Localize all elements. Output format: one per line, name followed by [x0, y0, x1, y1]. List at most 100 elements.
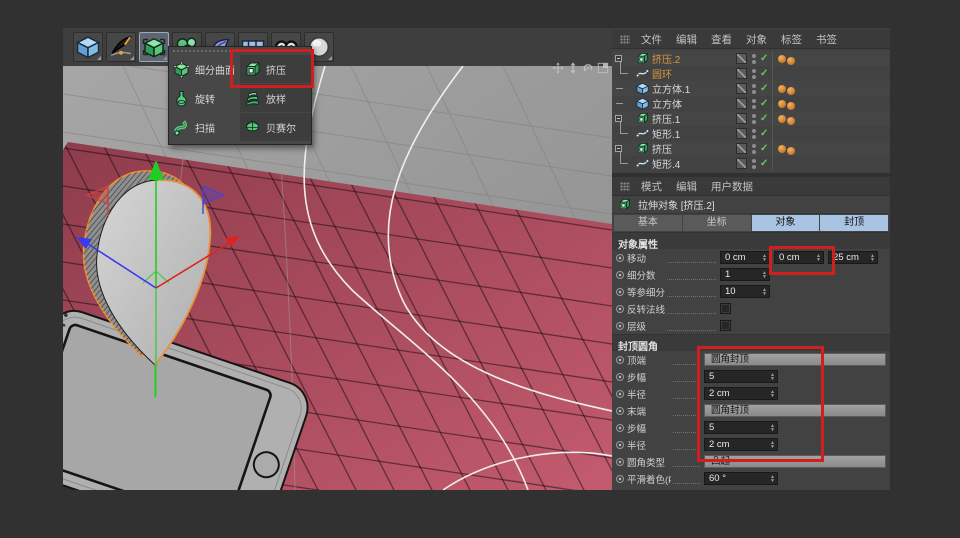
phong-tag-icon[interactable]: [787, 56, 795, 65]
enabled-check-icon[interactable]: ✓: [760, 126, 772, 141]
3d-viewport[interactable]: [63, 66, 612, 490]
phong-tag-icon[interactable]: [778, 99, 786, 108]
object-manager-menu-item[interactable]: 文件: [634, 32, 669, 47]
object-name[interactable]: 挤压.2: [652, 51, 736, 66]
expander-icon[interactable]: [615, 55, 622, 62]
spin-arrows-icon[interactable]: ▲ ▼: [770, 389, 775, 398]
spin-arrows-icon[interactable]: ▲ ▼: [770, 423, 775, 432]
panel-grip-icon[interactable]: [620, 181, 630, 191]
spin-arrows-icon[interactable]: ▲ ▼: [870, 253, 875, 262]
phong-tag-icon[interactable]: [787, 116, 795, 125]
object-name[interactable]: 挤压: [652, 141, 736, 156]
layer-swatch-icon[interactable]: [736, 143, 747, 154]
panel-grip-icon[interactable]: [620, 34, 630, 44]
spin-arrows-icon[interactable]: ▲ ▼: [762, 287, 767, 296]
visibility-dots-icon[interactable]: [751, 158, 756, 169]
animation-dot-icon[interactable]: [616, 423, 624, 432]
object-name[interactable]: 矩形.4: [652, 156, 736, 171]
cube-primitive-button[interactable]: [73, 32, 103, 62]
object-manager-menu-item[interactable]: 书签: [809, 32, 844, 47]
popup-item-loft[interactable]: 放样: [240, 84, 311, 113]
enabled-check-icon[interactable]: ✓: [760, 111, 772, 126]
phong-tag-icon[interactable]: [787, 101, 795, 110]
animation-dot-icon[interactable]: [616, 304, 624, 313]
visibility-dots-icon[interactable]: [751, 143, 756, 154]
phong-tag-icon[interactable]: [778, 84, 786, 93]
enabled-check-icon[interactable]: ✓: [760, 141, 772, 156]
animation-dot-icon[interactable]: [616, 474, 624, 483]
spin-arrows-icon[interactable]: ▲ ▼: [770, 440, 775, 449]
layer-swatch-icon[interactable]: [736, 98, 747, 109]
animation-dot-icon[interactable]: [616, 440, 624, 449]
object-row-1[interactable]: 圆环 ✓: [612, 62, 890, 81]
tab-坐标[interactable]: 坐标: [682, 215, 751, 231]
dropdown-button[interactable]: 凸起: [704, 455, 886, 468]
object-name[interactable]: 挤压.1: [652, 111, 736, 126]
rotate-view-icon[interactable]: [582, 61, 594, 73]
animation-dot-icon[interactable]: [616, 287, 624, 296]
layer-swatch-icon[interactable]: [736, 113, 747, 124]
toggle-view-icon[interactable]: [597, 61, 609, 74]
expander-icon[interactable]: [615, 145, 622, 152]
object-row-6[interactable]: 挤压 ✓: [612, 141, 890, 156]
visibility-dots-icon[interactable]: [751, 98, 756, 109]
enabled-check-icon[interactable]: ✓: [760, 66, 772, 81]
animation-dot-icon[interactable]: [616, 321, 624, 330]
object-name[interactable]: 立方体.1: [652, 81, 736, 96]
enabled-check-icon[interactable]: ✓: [760, 96, 772, 111]
object-row-4[interactable]: 挤压.1 ✓: [612, 111, 890, 126]
popup-item-bezier[interactable]: 贝赛尔: [240, 113, 311, 142]
tab-基本[interactable]: 基本: [614, 215, 682, 231]
visibility-dots-icon[interactable]: [751, 53, 756, 64]
object-row-3[interactable]: 立方体 ✓: [612, 96, 890, 111]
zoom-view-icon[interactable]: [567, 61, 579, 74]
attribute-manager-menu-item[interactable]: 模式: [634, 179, 669, 194]
phong-tag-icon[interactable]: [778, 114, 786, 123]
spin-field[interactable]: 2 cm ▲ ▼: [704, 387, 778, 400]
object-name[interactable]: 矩形.1: [652, 126, 736, 141]
animation-dot-icon[interactable]: [616, 270, 624, 279]
popup-item-sweep[interactable]: 扫描: [169, 113, 240, 142]
enabled-check-icon[interactable]: ✓: [760, 81, 772, 96]
pan-view-icon[interactable]: [552, 61, 564, 74]
spin-field[interactable]: 10 ▲ ▼: [720, 285, 770, 298]
attribute-manager-menu-item[interactable]: 用户数据: [704, 179, 760, 194]
animation-dot-icon[interactable]: [616, 457, 624, 466]
phong-tag-icon[interactable]: [787, 86, 795, 95]
animation-dot-icon[interactable]: [616, 253, 624, 262]
expander-icon[interactable]: [615, 115, 622, 122]
visibility-dots-icon[interactable]: [751, 83, 756, 94]
generators-button[interactable]: [139, 32, 169, 62]
spin-field[interactable]: 60 ° ▲ ▼: [704, 472, 778, 485]
popup-item-subdivision[interactable]: 细分曲面: [169, 55, 240, 84]
object-name[interactable]: 立方体: [652, 96, 736, 111]
spin-arrows-icon[interactable]: ▲ ▼: [762, 270, 767, 279]
tab-封顶[interactable]: 封顶: [820, 215, 888, 231]
object-row-7[interactable]: 矩形.4 ✓: [612, 152, 890, 171]
object-row-2[interactable]: 立方体.1 ✓: [612, 81, 890, 96]
object-row-5[interactable]: 矩形.1 ✓: [612, 122, 890, 141]
object-row-0[interactable]: 挤压.2 ✓: [612, 51, 890, 66]
layer-swatch-icon[interactable]: [736, 128, 747, 139]
layer-swatch-icon[interactable]: [736, 68, 747, 79]
phong-tag-icon[interactable]: [778, 144, 786, 153]
spin-arrows-icon[interactable]: ▲ ▼: [770, 372, 775, 381]
spin-field[interactable]: 5 ▲ ▼: [704, 370, 778, 383]
object-name[interactable]: 圆环: [652, 66, 736, 81]
animation-dot-icon[interactable]: [616, 372, 624, 381]
checkbox[interactable]: [720, 303, 731, 314]
enabled-check-icon[interactable]: ✓: [760, 156, 772, 171]
animation-dot-icon[interactable]: [616, 355, 624, 364]
dropdown-button[interactable]: 圆角封顶: [704, 353, 886, 366]
spin-field[interactable]: 0 cm ▲ ▼: [774, 251, 824, 264]
visibility-dots-icon[interactable]: [751, 128, 756, 139]
phong-tag-icon[interactable]: [778, 54, 786, 63]
popup-item-lathe[interactable]: 旋转: [169, 84, 240, 113]
enabled-check-icon[interactable]: ✓: [760, 51, 772, 66]
tab-对象[interactable]: 对象: [751, 215, 820, 231]
spin-field[interactable]: 5 ▲ ▼: [704, 421, 778, 434]
phong-tag-icon[interactable]: [787, 146, 795, 155]
spin-field[interactable]: 25 cm ▲ ▼: [828, 251, 878, 264]
checkbox[interactable]: [720, 320, 731, 331]
popup-item-extrude[interactable]: 挤压: [240, 55, 311, 84]
